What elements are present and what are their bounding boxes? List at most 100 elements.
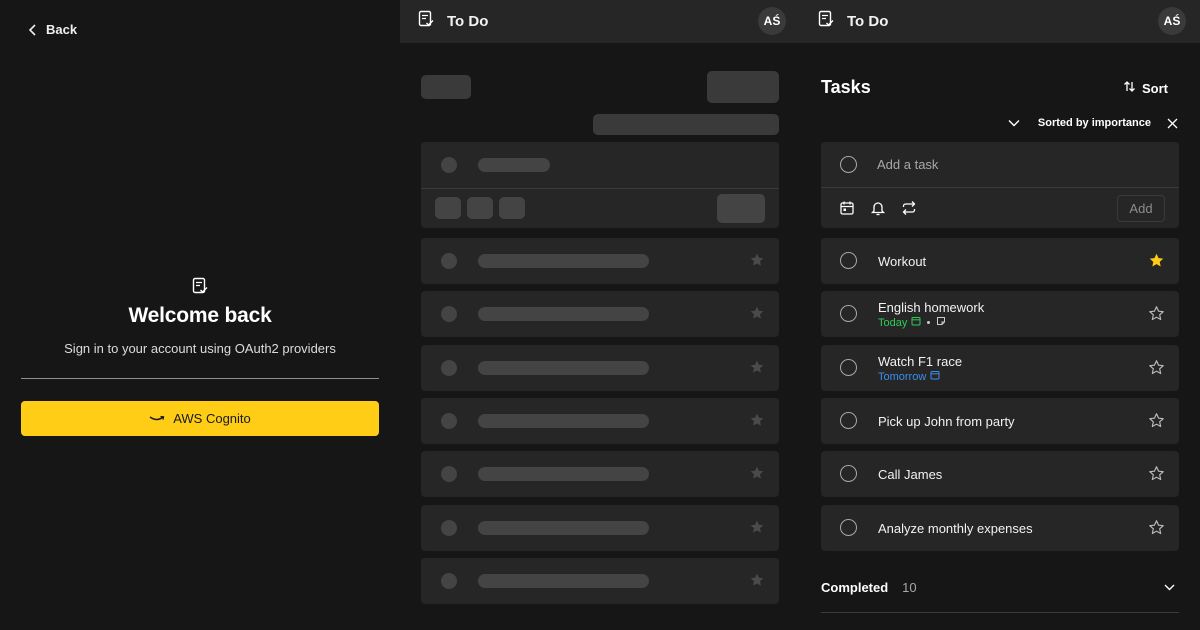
sort-button[interactable]: Sort	[1123, 80, 1168, 96]
task-row[interactable]: Workout	[821, 238, 1179, 284]
star-icon	[749, 412, 765, 433]
chevron-left-icon	[28, 23, 38, 36]
star-icon	[749, 519, 765, 540]
bell-icon[interactable]	[870, 200, 886, 216]
star-icon	[749, 465, 765, 486]
add-task-input[interactable]	[877, 157, 1167, 172]
app-title: To Do	[447, 13, 489, 30]
star-icon	[749, 572, 765, 593]
skeleton-line	[478, 521, 649, 535]
tasks-panel: To Do AŚ Tasks Sort Sorted by importance	[800, 0, 1200, 630]
skeleton-task-row	[421, 238, 779, 284]
star-icon[interactable]	[1148, 465, 1165, 482]
chevron-down-icon[interactable]	[1164, 584, 1175, 591]
sort-label: Sort	[1142, 80, 1168, 96]
task-row[interactable]: Watch F1 race Tomorrow	[821, 345, 1179, 391]
calendar-icon	[911, 316, 921, 329]
completed-count: 10	[902, 580, 917, 595]
page-title: Welcome back	[128, 304, 272, 327]
task-row[interactable]: Pick up John from party	[821, 398, 1179, 444]
star-icon	[749, 359, 765, 380]
skeleton-task-row	[421, 558, 779, 604]
back-label: Back	[46, 22, 78, 37]
todo-logo-icon	[191, 277, 209, 300]
skeleton-line	[478, 158, 550, 172]
task-title: Watch F1 race	[878, 354, 963, 369]
skeleton-line	[478, 361, 649, 375]
skeleton-task-row	[421, 345, 779, 391]
task-row[interactable]: English homework Today	[821, 291, 1179, 337]
skeleton-dot	[441, 466, 457, 482]
skeleton-line	[478, 414, 649, 428]
sort-indicator: Sorted by importance	[1008, 117, 1178, 129]
divider	[21, 378, 379, 379]
aws-cognito-button[interactable]: AWS Cognito	[21, 401, 379, 436]
divider	[421, 188, 779, 189]
skeleton-dot	[441, 360, 457, 376]
todo-logo-icon	[417, 10, 435, 33]
page-subtitle: Sign in to your account using OAuth2 pro…	[64, 341, 336, 356]
task-row[interactable]: Call James	[821, 451, 1179, 497]
complete-checkbox[interactable]	[840, 412, 857, 429]
task-title: Workout	[878, 254, 927, 269]
sort-arrows-icon	[1123, 80, 1136, 96]
skeleton-dot	[441, 573, 457, 589]
skeleton-task-row	[421, 291, 779, 337]
task-meta: Tomorrow	[878, 370, 940, 383]
skeleton-tool	[467, 197, 493, 219]
avatar[interactable]: AŚ	[1158, 7, 1186, 35]
star-filled-icon[interactable]	[1148, 252, 1165, 269]
skeleton-task-row	[421, 398, 779, 444]
due-date: Tomorrow	[878, 370, 927, 383]
calendar-icon[interactable]	[839, 200, 855, 216]
skeleton-line	[478, 574, 649, 588]
star-icon	[749, 252, 765, 273]
avatar[interactable]: AŚ	[758, 7, 786, 35]
aws-cognito-label: AWS Cognito	[173, 411, 251, 426]
completed-label: Completed	[821, 580, 889, 595]
skeleton-task-row	[421, 451, 779, 497]
calendar-icon	[930, 370, 940, 383]
complete-checkbox[interactable]	[840, 252, 857, 269]
add-task-circle-icon	[840, 156, 857, 173]
back-button[interactable]: Back	[28, 22, 77, 37]
complete-checkbox[interactable]	[840, 359, 857, 376]
complete-checkbox[interactable]	[840, 519, 857, 536]
star-icon	[749, 305, 765, 326]
skeleton-dot	[441, 157, 457, 173]
chevron-down-icon[interactable]	[1008, 119, 1020, 127]
skeleton-tool	[435, 197, 461, 219]
completed-section-toggle[interactable]: Completed 10	[821, 580, 1179, 595]
todo-logo-icon	[817, 10, 835, 33]
due-date: Today	[878, 316, 908, 329]
skeleton-line	[478, 307, 649, 321]
close-icon[interactable]	[1167, 118, 1178, 129]
skeleton-heading	[421, 75, 471, 99]
skeleton-sort-button	[707, 71, 779, 103]
complete-checkbox[interactable]	[840, 465, 857, 482]
note-icon	[936, 316, 946, 329]
task-meta: Today	[878, 316, 946, 329]
complete-checkbox[interactable]	[840, 305, 857, 322]
skeleton-sort-row	[593, 114, 779, 135]
star-icon[interactable]	[1148, 519, 1165, 536]
repeat-icon[interactable]	[901, 200, 917, 216]
task-row[interactable]: Analyze monthly expenses	[821, 505, 1179, 551]
add-task-button[interactable]: Add	[1117, 195, 1165, 222]
skeleton-add-button	[717, 194, 765, 223]
skeleton-line	[478, 254, 649, 268]
add-task-card: Add	[821, 142, 1179, 228]
star-icon[interactable]	[1148, 412, 1165, 429]
app-header: To Do AŚ	[400, 0, 800, 43]
star-icon[interactable]	[1148, 305, 1165, 322]
divider	[821, 612, 1179, 613]
task-title: Analyze monthly expenses	[878, 521, 1033, 536]
skeleton-dot	[441, 413, 457, 429]
loading-skeleton-panel: To Do AŚ	[400, 0, 800, 630]
skeleton-line	[478, 467, 649, 481]
app-title: To Do	[847, 13, 889, 30]
login-panel: Back Welcome back Sign in to your accoun…	[0, 0, 400, 630]
tasks-heading: Tasks	[821, 77, 871, 97]
star-icon[interactable]	[1148, 359, 1165, 376]
task-title: English homework	[878, 300, 985, 315]
